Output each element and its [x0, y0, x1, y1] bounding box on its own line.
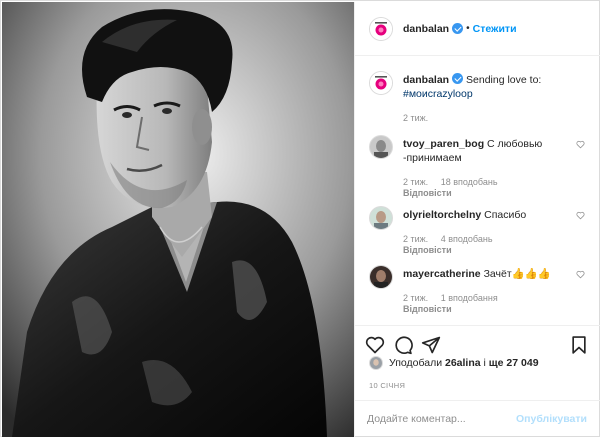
- comment-likes[interactable]: 18 вподобань: [441, 177, 498, 187]
- likes-count[interactable]: ще 27 049: [489, 357, 539, 369]
- reply-button[interactable]: Відповісти: [403, 245, 578, 256]
- avatar-photo: [370, 136, 392, 158]
- comment-likes[interactable]: 1 вподобання: [441, 293, 498, 303]
- avatar-photo: [370, 207, 392, 229]
- comment-text: Спасибо: [484, 209, 527, 221]
- commenter-avatar[interactable]: [369, 206, 393, 230]
- comments-list[interactable]: danbalan Sending love to: #моиcrazyloop …: [355, 57, 600, 325]
- comment-body: olyrieltorchelny Спасибо 2 тиж. 4 вподоб…: [403, 208, 578, 256]
- avatar-photo: [370, 357, 382, 369]
- caption-time[interactable]: 2 тиж.: [403, 113, 428, 123]
- comment-time[interactable]: 2 тиж.: [403, 293, 428, 303]
- caption-avatar[interactable]: [369, 71, 393, 95]
- caption-meta: 2 тиж.: [403, 112, 578, 124]
- commenter-avatar[interactable]: [369, 265, 393, 289]
- follow-button[interactable]: Стежити: [473, 23, 517, 35]
- post-photo[interactable]: [2, 2, 354, 437]
- reply-button[interactable]: Відповісти: [403, 304, 578, 315]
- author-avatar[interactable]: [369, 16, 393, 41]
- comment-meta: 2 тиж. 4 вподобань: [403, 233, 578, 245]
- comment-icon[interactable]: [393, 335, 413, 355]
- comment-time[interactable]: 2 тиж.: [403, 177, 428, 187]
- liker-username[interactable]: 26alina: [445, 357, 481, 369]
- post-dialog: danbalan • Стежити danbalan Sending love: [0, 0, 600, 437]
- comment-username[interactable]: tvoy_paren_bog: [403, 138, 484, 150]
- comment-time[interactable]: 2 тиж.: [403, 234, 428, 244]
- portrait-image: [2, 2, 354, 437]
- author-logo-icon: [370, 72, 392, 94]
- share-icon[interactable]: [421, 335, 441, 355]
- comment-username[interactable]: olyrieltorchelny: [403, 209, 481, 221]
- likes-summary: Уподобали 26alina і ще 27 049: [369, 356, 539, 370]
- small-heart-icon[interactable]: [576, 270, 585, 279]
- small-heart-icon[interactable]: [576, 211, 585, 220]
- small-heart-icon[interactable]: [576, 140, 585, 149]
- add-comment-bar: Опублікувати: [355, 400, 600, 437]
- comment-body: tvoy_paren_bog С любовью -принимаем 2 ти…: [403, 137, 578, 199]
- reply-button[interactable]: Відповісти: [403, 188, 578, 199]
- likes-prefix: Уподобали: [389, 357, 443, 369]
- caption-author[interactable]: danbalan: [403, 74, 449, 86]
- comment-meta: 2 тиж. 18 вподобань: [403, 176, 578, 188]
- comment-input[interactable]: [367, 413, 507, 425]
- caption-body: danbalan Sending love to: #моиcrazyloop …: [403, 73, 578, 124]
- post-date[interactable]: 10 СІЧНЯ: [369, 381, 405, 390]
- separator-dot: •: [466, 23, 470, 34]
- publish-button[interactable]: Опублікувати: [516, 413, 587, 425]
- author-logo-icon: [370, 17, 392, 40]
- verified-badge-icon: [452, 73, 464, 84]
- avatar-photo: [370, 266, 392, 288]
- verified-badge-icon: [452, 23, 464, 34]
- comment-username[interactable]: mayercatherine: [403, 268, 481, 280]
- caption-hashtag[interactable]: #моиcrazyloop: [403, 88, 473, 100]
- heart-icon[interactable]: [365, 335, 385, 355]
- author-username[interactable]: danbalan: [403, 23, 449, 35]
- bookmark-icon[interactable]: [569, 335, 589, 355]
- comment-body: mayercatherine Зачёт👍👍👍 2 тиж. 1 вподоба…: [403, 267, 578, 315]
- post-header: danbalan • Стежити: [355, 2, 600, 56]
- commenter-avatar[interactable]: [369, 135, 393, 159]
- liker-avatar[interactable]: [369, 356, 383, 370]
- comment-likes[interactable]: 4 вподобань: [441, 234, 493, 244]
- post-sidebar: danbalan • Стежити danbalan Sending love: [354, 2, 600, 437]
- caption-text: Sending love to:: [466, 74, 542, 86]
- likes-middle: і: [483, 357, 486, 369]
- comment-text: Зачёт👍👍👍: [483, 268, 551, 280]
- comment-meta: 2 тиж. 1 вподобання: [403, 292, 578, 304]
